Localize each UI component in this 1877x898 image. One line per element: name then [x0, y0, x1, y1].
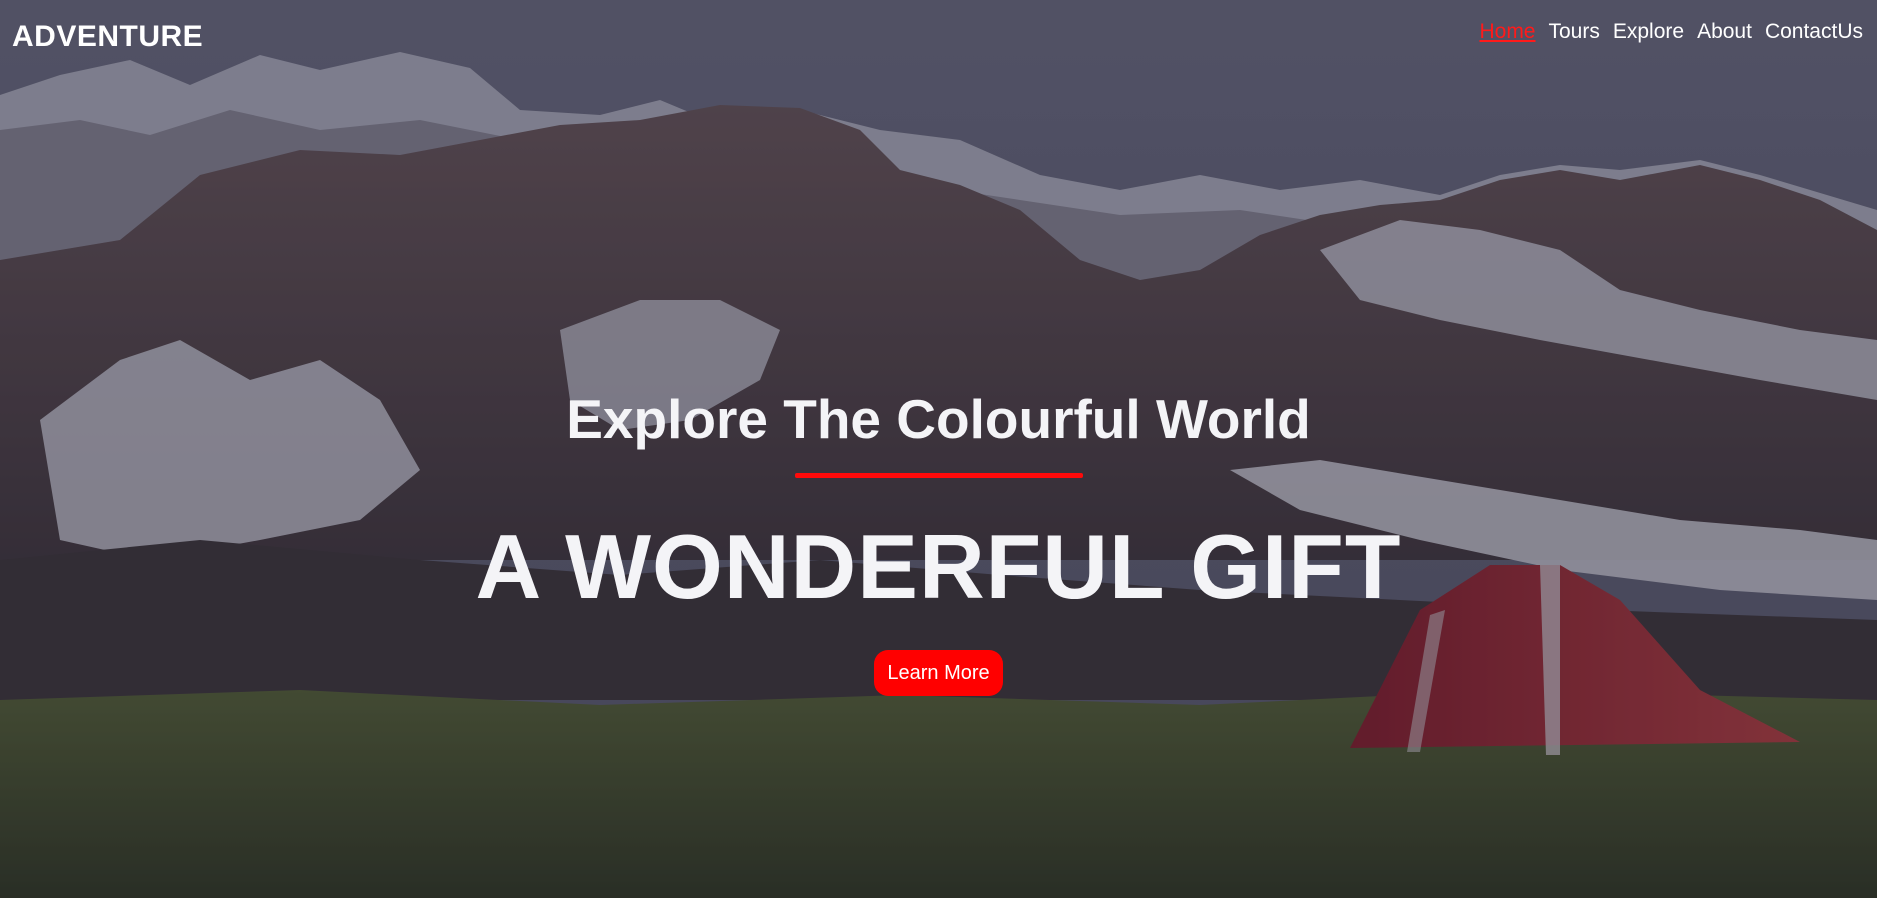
hero-headline: A WONDERFUL GIFT	[475, 517, 1402, 618]
nav-item-about: About	[1697, 20, 1752, 44]
brand-logo[interactable]: ADVENTURE	[12, 20, 203, 54]
hero-divider	[794, 473, 1083, 478]
nav-menu: Home Tours Explore About ContactUs	[1479, 20, 1863, 44]
nav-item-home: Home	[1479, 20, 1535, 44]
learn-more-button[interactable]: Learn More	[874, 650, 1003, 696]
hero-section: ADVENTURE Home Tours Explore About Conta…	[0, 0, 1877, 898]
nav-link-contactus[interactable]: ContactUs	[1765, 20, 1863, 43]
nav-item-contactus: ContactUs	[1765, 20, 1863, 44]
nav-link-about[interactable]: About	[1697, 20, 1752, 43]
nav-link-tours[interactable]: Tours	[1549, 20, 1600, 43]
hero-content: Explore The Colourful World A WONDERFUL …	[0, 385, 1877, 696]
nav-item-tours: Tours	[1549, 20, 1600, 44]
nav-link-home[interactable]: Home	[1479, 20, 1535, 43]
nav-link-explore[interactable]: Explore	[1613, 20, 1684, 43]
top-navbar: ADVENTURE Home Tours Explore About Conta…	[0, 0, 1877, 70]
nav-item-explore: Explore	[1613, 20, 1684, 44]
hero-subtitle: Explore The Colourful World	[566, 388, 1311, 450]
